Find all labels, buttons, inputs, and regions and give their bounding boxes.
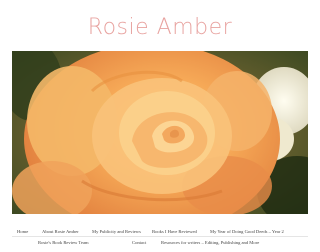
header-rose-image <box>12 51 308 214</box>
nav-item-contact[interactable]: Contact <box>132 237 146 248</box>
nav-item-review-team[interactable]: Rosie's Book Review Team <box>38 237 89 248</box>
site-title[interactable]: Rosie Amber <box>0 15 320 40</box>
nav-item-resources[interactable]: Resources for writers – Editing, Publish… <box>161 237 259 248</box>
rose-illustration <box>12 51 308 214</box>
main-navigation: Home About Rosie Amber My Publicity and … <box>12 226 308 252</box>
